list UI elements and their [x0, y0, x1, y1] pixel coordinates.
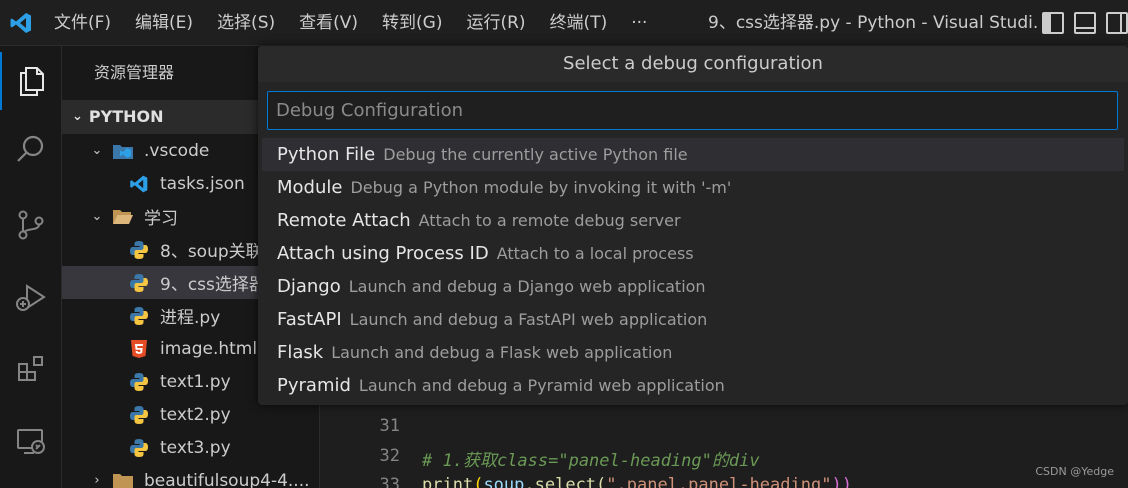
tree-item-label: text2.py: [160, 404, 231, 425]
item-label: Pyramid: [277, 375, 351, 396]
vscode-logo-icon: [0, 0, 42, 46]
item-description: Debug a Python module by invoking it wit…: [350, 178, 732, 197]
code-punct: (: [473, 475, 484, 488]
quick-pick-title: Select a debug configuration: [258, 46, 1128, 82]
run-debug-icon[interactable]: [0, 268, 62, 326]
item-description: Launch and debug a Pyramid web applicati…: [358, 376, 725, 395]
tree-item-label: 进程.py: [160, 308, 221, 328]
line-number: 32: [379, 446, 400, 466]
html-file-icon: [128, 338, 150, 360]
item-label: Python File: [277, 144, 376, 165]
tree-file-text3[interactable]: text3.py: [62, 431, 319, 464]
tree-folder-beautifulsoup[interactable]: › beautifulsoup4-4....: [62, 464, 319, 488]
menu-go[interactable]: 转到(G): [370, 0, 454, 46]
tree-item-label: .vscode: [144, 140, 210, 161]
quick-pick-item-django[interactable]: Django Launch and debug a Django web appl…: [262, 270, 1124, 303]
python-file-icon: [128, 239, 150, 261]
python-file-icon: [128, 305, 150, 327]
item-label: Django: [277, 276, 341, 297]
menu-run[interactable]: 运行(R): [454, 0, 537, 46]
remote-explorer-icon[interactable]: [0, 412, 62, 470]
window-title: 9、css选择器.py - Python - Visual Studi...: [708, 13, 1038, 33]
layout-controls: [1042, 12, 1128, 34]
item-description: Launch and debug a FastAPI web applicati…: [349, 310, 708, 329]
chevron-down-icon: ⌄: [91, 143, 103, 158]
code-comment: # 1.获取class="panel-heading"的div: [422, 451, 760, 471]
chevron-down-icon: ⌄: [72, 109, 83, 124]
toggle-primary-sidebar-icon[interactable]: [1042, 12, 1064, 34]
chevron-down-icon: ⌄: [91, 209, 103, 224]
tree-item-label: 8、soup关联: [160, 242, 263, 262]
line-number: 31: [379, 416, 400, 436]
code-function: print: [422, 475, 474, 488]
menu-terminal[interactable]: 终端(T): [538, 0, 620, 46]
quick-pick-list: Python File Debug the currently active Py…: [262, 138, 1124, 402]
quick-pick-item-module[interactable]: Module Debug a Python module by invoking …: [262, 171, 1124, 204]
tree-item-label: 9、css选择器: [160, 275, 266, 295]
debug-config-input[interactable]: [267, 91, 1118, 130]
activity-bar: [0, 46, 62, 488]
menu-bar: 文件(F) 编辑(E) 选择(S) 查看(V) 转到(G) 运行(R) 终端(T…: [42, 0, 659, 46]
item-description: Attach to a remote debug server: [418, 211, 681, 230]
item-label: Attach using Process ID: [277, 243, 489, 264]
menu-file[interactable]: 文件(F): [42, 0, 123, 46]
tree-item-label: 学习: [144, 209, 178, 229]
item-label: Remote Attach: [277, 210, 411, 231]
watermark: CSDN @Yedge: [1035, 465, 1114, 478]
code-variable: soup: [483, 475, 525, 488]
item-label: FastAPI: [277, 309, 342, 330]
code-string: ".panel.panel-heading": [606, 475, 832, 488]
quick-pick-item-python-file[interactable]: Python File Debug the currently active Py…: [262, 138, 1124, 171]
menu-view[interactable]: 查看(V): [287, 0, 370, 46]
menu-edit[interactable]: 编辑(E): [123, 0, 205, 46]
item-description: Launch and debug a Django web applicatio…: [348, 277, 706, 296]
item-label: Flask: [277, 342, 324, 363]
extensions-icon[interactable]: [0, 340, 62, 398]
item-description: Debug the currently active Python file: [383, 145, 688, 164]
chevron-right-icon: ›: [94, 473, 100, 488]
python-file-icon: [128, 437, 150, 459]
tree-item-label: text1.py: [160, 371, 231, 392]
debug-config-quick-pick: Select a debug configuration Python File…: [258, 46, 1128, 405]
tree-item-label: image.html: [160, 338, 258, 359]
title-bar: 文件(F) 编辑(E) 选择(S) 查看(V) 转到(G) 运行(R) 终端(T…: [0, 0, 1128, 46]
quick-pick-item-fastapi[interactable]: FastAPI Launch and debug a FastAPI web ap…: [262, 303, 1124, 336]
menu-selection[interactable]: 选择(S): [205, 0, 287, 46]
quick-pick-item-attach-process[interactable]: Attach using Process ID Attach to a local…: [262, 237, 1124, 270]
item-label: Module: [277, 177, 343, 198]
item-description: Launch and debug a Flask web application: [331, 343, 673, 362]
explorer-icon[interactable]: [0, 52, 62, 110]
code-punct: )): [831, 475, 852, 488]
tree-item-label: beautifulsoup4-4....: [144, 470, 310, 488]
quick-pick-item-pyramid[interactable]: Pyramid Launch and debug a Pyramid web ap…: [262, 369, 1124, 402]
search-icon[interactable]: [0, 120, 62, 178]
folder-icon: [112, 470, 134, 488]
folder-open-icon: [112, 206, 134, 228]
python-file-icon: [128, 404, 150, 426]
code-punct: .select(: [524, 475, 607, 488]
toggle-secondary-sidebar-icon[interactable]: [1106, 12, 1128, 34]
source-control-icon[interactable]: [0, 196, 62, 254]
toggle-panel-icon[interactable]: [1074, 12, 1096, 34]
vscode-file-icon: [128, 173, 150, 195]
tree-item-label: text3.py: [160, 437, 231, 458]
line-number: 33: [379, 475, 400, 488]
quick-pick-item-flask[interactable]: Flask Launch and debug a Flask web applic…: [262, 336, 1124, 369]
tree-item-label: tasks.json: [160, 173, 245, 194]
code-line: print(soup.select(".panel.panel-heading"…: [422, 475, 852, 488]
python-file-icon: [128, 272, 150, 294]
workspace-name: PYTHON: [88, 107, 164, 126]
menu-more[interactable]: ···: [619, 0, 659, 46]
item-description: Attach to a local process: [496, 244, 694, 263]
quick-pick-item-remote-attach[interactable]: Remote Attach Attach to a remote debug se…: [262, 204, 1124, 237]
vscode-folder-icon: [112, 140, 134, 162]
python-file-icon: [128, 371, 150, 393]
